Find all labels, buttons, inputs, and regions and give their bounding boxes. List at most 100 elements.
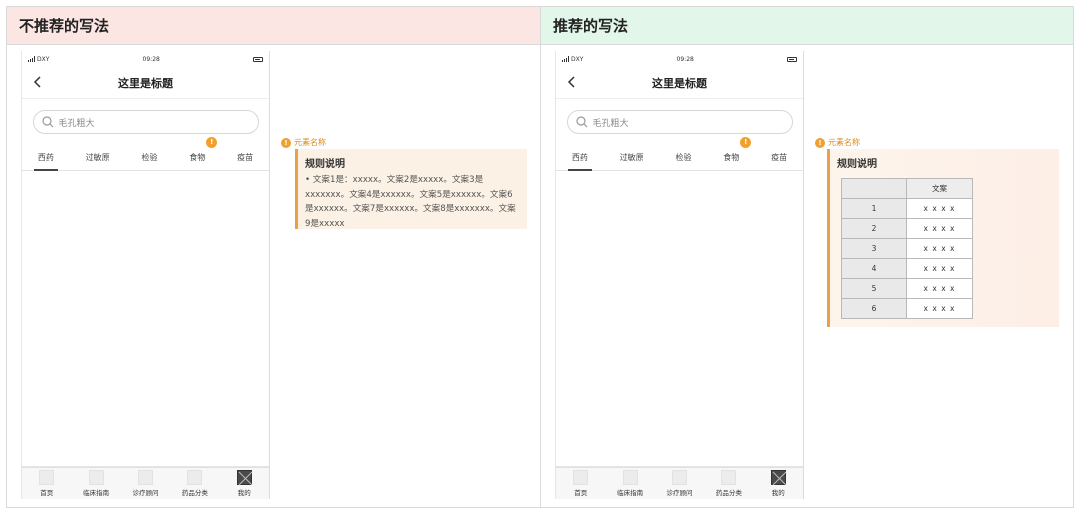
content-area xyxy=(22,171,269,467)
drug-category-icon xyxy=(187,470,203,485)
panel-recommended: 推荐的写法 DXY 09:28 这里是标题 毛孔粗大 西药 过敏原 检验 食物!… xyxy=(540,6,1074,508)
bottom-tab-bar: 首页 临床指南 诊疗顾问 药品分类 我的 xyxy=(22,467,269,499)
warning-badge-icon: ! xyxy=(740,136,752,148)
tabbar-item-me[interactable]: 我的 xyxy=(755,470,801,497)
table-row: 3x x x x xyxy=(841,238,973,259)
nav-title: 这里是标题 xyxy=(118,76,173,90)
nav-bar: 这里是标题 xyxy=(556,67,803,99)
nav-title: 这里是标题 xyxy=(652,76,707,90)
tab-yimiao[interactable]: 疫苗 xyxy=(233,145,257,171)
status-time: 09:28 xyxy=(142,55,160,63)
table-row: 1x x x x xyxy=(841,198,973,219)
table-row: 5x x x x xyxy=(841,278,973,299)
search-container: 毛孔粗大 xyxy=(556,99,803,145)
warning-badge-icon: ! xyxy=(206,136,218,148)
phone-mockup: DXY 09:28 这里是标题 毛孔粗大 西药 过敏原 检验 食物! 疫苗 首页… xyxy=(21,51,270,499)
table-cell-index: 4 xyxy=(841,258,907,279)
table-row: 6x x x x xyxy=(841,298,973,319)
tabbar-item-guide[interactable]: 临床指南 xyxy=(73,470,119,497)
battery-icon xyxy=(252,56,263,62)
signal-icon xyxy=(562,56,569,62)
tabbar-item-drugs[interactable]: 药品分类 xyxy=(172,470,218,497)
table-cell-index: 1 xyxy=(841,198,907,219)
table-row: 2x x x x xyxy=(841,218,973,239)
annotation-card: 规则说明 • 文案1是：xxxxx。文案2是xxxxx。文案3是xxxxxxx。… xyxy=(295,149,527,229)
annotation-label: ! 元素名称 xyxy=(815,137,860,148)
home-icon xyxy=(573,470,589,485)
annotation-title: 规则说明 xyxy=(837,159,877,170)
back-arrow-icon[interactable] xyxy=(32,76,44,88)
status-time: 09:28 xyxy=(676,55,694,63)
nav-bar: 这里是标题 xyxy=(22,67,269,99)
tabbar-item-me[interactable]: 我的 xyxy=(221,470,267,497)
battery-icon xyxy=(786,56,797,62)
tabbar-item-home[interactable]: 首页 xyxy=(558,470,604,497)
annotation-title: 规则说明 xyxy=(305,159,345,170)
placeholder-image-icon xyxy=(236,470,253,486)
carrier-label: DXY xyxy=(571,55,584,63)
search-input[interactable]: 毛孔粗大 xyxy=(32,110,259,134)
warning-icon: ! xyxy=(281,137,291,148)
phone-mockup: DXY 09:28 这里是标题 毛孔粗大 西药 过敏原 检验 食物! 疫苗 首页… xyxy=(555,51,804,499)
tab-yimiao[interactable]: 疫苗 xyxy=(767,145,791,171)
tab-jianyan[interactable]: 检验 xyxy=(671,145,695,171)
panel-title: 推荐的写法 xyxy=(541,7,1073,45)
category-tabs: 西药 过敏原 检验 食物! 疫苗 xyxy=(556,136,803,171)
consult-icon xyxy=(137,470,153,485)
search-icon xyxy=(41,116,53,128)
search-placeholder: 毛孔粗大 xyxy=(592,118,629,129)
search-placeholder: 毛孔粗大 xyxy=(58,118,95,129)
table-cell-index: 3 xyxy=(841,238,907,259)
table-cell-value: x x x x xyxy=(906,258,973,279)
table-header-cell: 文案 xyxy=(906,178,973,199)
consult-icon xyxy=(671,470,687,485)
tab-xiyao[interactable]: 西药 xyxy=(567,145,592,171)
placeholder-image-icon xyxy=(770,470,787,486)
table-header-blank xyxy=(841,178,907,199)
table-row: 4x x x x xyxy=(841,258,973,279)
tab-jianyan[interactable]: 检验 xyxy=(137,145,161,171)
tab-shiwu[interactable]: 食物! xyxy=(185,136,218,171)
tabbar-item-consult[interactable]: 诊疗顾问 xyxy=(122,470,168,497)
table-cell-value: x x x x xyxy=(906,278,973,299)
table-cell-value: x x x x xyxy=(906,298,973,319)
search-container: 毛孔粗大 xyxy=(22,99,269,145)
annotation-text: • 文案1是：xxxxx。文案2是xxxxx。文案3是xxxxxxx。文案4是x… xyxy=(305,175,516,229)
search-icon xyxy=(575,116,587,128)
table-cell-index: 6 xyxy=(841,298,907,319)
signal-carrier: DXY xyxy=(562,56,583,63)
table-cell-value: x x x x xyxy=(906,218,973,239)
rules-table: 文案 1x x x x 2x x x x 3x x x x 4x x x x 5… xyxy=(841,178,973,319)
signal-icon xyxy=(28,56,35,62)
status-bar: DXY 09:28 xyxy=(556,51,803,67)
tab-xiyao[interactable]: 西药 xyxy=(33,145,58,171)
tabbar-item-guide[interactable]: 临床指南 xyxy=(607,470,653,497)
status-bar: DXY 09:28 xyxy=(22,51,269,67)
home-icon xyxy=(39,470,55,485)
category-tabs: 西药 过敏原 检验 食物! 疫苗 xyxy=(22,136,269,171)
content-area xyxy=(556,171,803,467)
warning-icon: ! xyxy=(815,137,825,148)
back-arrow-icon[interactable] xyxy=(566,76,578,88)
table-header-row: 文案 xyxy=(841,178,973,199)
panel-title: 不推荐的写法 xyxy=(7,7,540,45)
table-cell-index: 2 xyxy=(841,218,907,239)
table-cell-index: 5 xyxy=(841,278,907,299)
signal-carrier: DXY xyxy=(28,56,49,63)
tab-guominyuan[interactable]: 过敏原 xyxy=(616,145,648,171)
annotation-card: 规则说明 文案 1x x x x 2x x x x 3x x x x 4x x … xyxy=(827,149,1059,327)
tab-shiwu[interactable]: 食物! xyxy=(719,136,752,171)
drug-category-icon xyxy=(721,470,737,485)
guide-icon xyxy=(88,470,104,485)
table-cell-value: x x x x xyxy=(906,198,973,219)
tab-guominyuan[interactable]: 过敏原 xyxy=(82,145,114,171)
tabbar-item-consult[interactable]: 诊疗顾问 xyxy=(656,470,702,497)
carrier-label: DXY xyxy=(37,55,50,63)
tabbar-item-home[interactable]: 首页 xyxy=(24,470,70,497)
bottom-tab-bar: 首页 临床指南 诊疗顾问 药品分类 我的 xyxy=(556,467,803,499)
guide-icon xyxy=(622,470,638,485)
panel-not-recommended: 不推荐的写法 DXY 09:28 这里是标题 毛孔粗大 西药 过敏原 检验 食物… xyxy=(6,6,541,508)
table-cell-value: x x x x xyxy=(906,238,973,259)
search-input[interactable]: 毛孔粗大 xyxy=(566,110,793,134)
tabbar-item-drugs[interactable]: 药品分类 xyxy=(706,470,752,497)
